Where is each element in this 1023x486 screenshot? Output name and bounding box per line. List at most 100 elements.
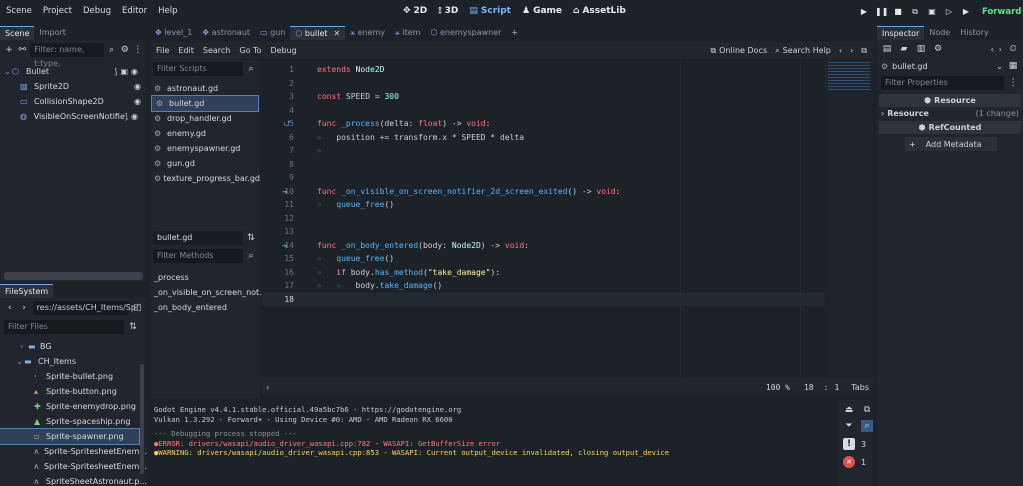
path-field[interactable]: res://assets/CH_Items/Spr [32,301,139,315]
prev-script-icon[interactable]: ‹ [839,46,842,55]
float-window-icon[interactable]: ⧉ [861,46,867,56]
menu-scene[interactable]: Scene [6,6,32,16]
method-item[interactable]: _process [154,270,267,285]
play-scene-icon[interactable]: ▷ [943,6,955,18]
scene-scrollbar[interactable] [4,272,143,280]
script-item[interactable]: ⚙ drop_handler.gd [150,111,260,126]
method-item[interactable]: _on_body_entered [154,300,267,315]
file-item[interactable]: ▴ Sprite-button.png [0,384,147,399]
scene-node-bullet[interactable]: ⌄ ⬡ Bullet ⟆▣◉ [0,64,147,79]
method-item[interactable]: _on_visible_on_screen_not... [154,285,267,300]
error-filter-icon[interactable]: ✕ [843,456,855,468]
close-icon[interactable]: ✕ [334,29,341,38]
workspace-2d-button[interactable]: ✥ 2D [403,6,427,16]
indent-mode[interactable]: Tabs [851,383,869,392]
forward-icon[interactable]: › [18,302,29,314]
folder-bg[interactable]: › ▬ BG [0,339,147,354]
remote-debug-icon[interactable]: ⧉ [909,6,921,18]
folder-ch-items[interactable]: ⌄ ▬ CH_Items [0,354,147,369]
add-tab-icon[interactable]: + [506,26,523,40]
menu-help[interactable]: Help [158,6,177,16]
chevron-down-icon[interactable]: ⌄ [996,62,1003,71]
tab-gun[interactable]: ▭ gun [255,26,290,40]
copy-output-icon[interactable]: ⧉ [861,404,873,416]
filter-output-icon[interactable]: ⏷ [843,420,855,432]
attach-script-icon[interactable]: ⚙ [120,44,130,56]
link-icon[interactable]: ⚯ [17,44,27,56]
extra-options-icon[interactable]: ⚙ [932,43,944,55]
stop-icon[interactable]: ■ [892,6,904,18]
pause-icon[interactable]: ❚❚ [875,6,888,18]
menu-editor[interactable]: Editor [122,6,147,16]
sort-icon[interactable]: ⇅ [127,321,139,333]
script-menu-debug[interactable]: Debug [270,46,296,55]
file-item[interactable]: ᴧ SpriteSheetAstronaut.p... [0,474,147,486]
script-menu-goto[interactable]: Go To [239,46,261,55]
script-menu-search[interactable]: Search [203,46,230,55]
script-item[interactable]: ⚙ gun.gd [150,156,260,171]
tab-bullet[interactable]: ⬡ bullet ✕ [290,26,346,40]
tab-item[interactable]: ⚹ item [390,26,425,40]
properties-menu-icon[interactable]: ⋮ [1007,77,1019,89]
tab-import[interactable]: Import [34,26,71,40]
scene-node-visibleonscreennotifier[interactable]: ◍ VisibleOnScreenNotifie ⟆◉ [0,109,147,124]
online-docs-button[interactable]: ⧉ Online Docs [710,46,767,56]
tab-level-1[interactable]: ✥ level_1 [150,26,197,40]
toggle-panel-icon[interactable]: ‹ [262,383,269,392]
tab-enemy[interactable]: ⚹ enemy [345,26,390,40]
menu-debug[interactable]: Debug [83,6,111,16]
warning-filter-icon[interactable]: ! [843,438,855,450]
layout-icon[interactable]: ▢ [132,302,143,314]
search-help-button[interactable]: ⌕ Search Help [775,46,831,56]
sort-icon[interactable]: ⇅ [245,232,257,244]
methods-filter-input[interactable]: Filter Methods [153,249,243,263]
add-metadata-button[interactable]: + Add Metadata [905,137,997,151]
visibility-icon[interactable]: ◉ [134,97,141,106]
play-icon[interactable]: ▶ [858,6,870,18]
tab-astronaut[interactable]: ✥ astronaut [197,26,255,40]
file-item[interactable]: ✚ Sprite-enemydrop.png [0,399,147,414]
save-icon[interactable]: ▥ [915,43,927,55]
play-custom-icon[interactable]: ▶ [960,6,972,18]
scene-filter-input[interactable]: Filter: name, t:type, [30,43,104,68]
file-item[interactable]: ▲ Sprite-spaceship.png [0,414,147,429]
history-back-icon[interactable]: ‹ [991,45,994,54]
object-properties-icon[interactable]: ▦ [1007,60,1019,72]
filesystem-scrollbar[interactable] [140,364,144,474]
new-resource-icon[interactable]: ▤ [881,43,893,55]
script-item[interactable]: ⚙ texture_progress_bar.gd [150,171,260,186]
script-menu-file[interactable]: File [156,46,169,55]
history-menu-icon[interactable]: ⏲ [1007,43,1019,55]
file-item[interactable]: · Sprite-bullet.png [0,369,147,384]
script-item[interactable]: ⚙ enemy.gd [150,126,260,141]
tab-history[interactable]: History [955,26,993,40]
file-item-selected[interactable]: ▫ Sprite-spawner.png [0,428,140,445]
workspace-script-button[interactable]: ▤ Script [469,6,511,16]
zoom-level[interactable]: 100 % [766,383,790,392]
open-folder-icon[interactable]: ▰ [898,43,910,55]
script-item-selected[interactable]: ⚙ bullet.gd [151,95,259,112]
next-script-icon[interactable]: › [850,46,853,55]
file-item[interactable]: ᴧ Sprite-SpritesheetEnem... [0,459,147,474]
tab-scene[interactable]: Scene [0,26,35,40]
clear-output-icon[interactable]: ⏏ [843,404,855,416]
scripts-filter-input[interactable]: Filter Scripts [153,62,244,76]
visibility-icon[interactable]: ◉ [134,82,141,91]
scene-node-collisionshape2d[interactable]: ▭ CollisionShape2D ◉ [0,94,147,109]
script-item[interactable]: ⚙ enemyspawner.gd [150,141,260,156]
properties-filter-input[interactable]: Filter Properties [881,76,1005,90]
script-menu-edit[interactable]: Edit [178,46,194,55]
search-icon[interactable]: ⌕ [107,44,117,56]
file-item[interactable]: ᴧ Sprite-SpritesheetEnem... [0,444,147,459]
file-filter-input[interactable]: Filter Files [4,320,124,334]
code-editor[interactable]: 1 extends Node2D 2 3 const SPEED = 300 4 ⮍… [262,60,873,377]
add-node-icon[interactable]: + [4,44,14,56]
tab-filesystem[interactable]: FileSystem [0,284,54,298]
workspace-3d-button[interactable]: ⟟ 3D [438,6,458,16]
property-resource[interactable]: › Resource (1 change) [877,107,1023,120]
movie-icon[interactable]: ▣ [926,6,938,18]
script-item[interactable]: ⚙ astronaut.gd [150,81,260,96]
tab-node[interactable]: Node [924,26,955,40]
scene-node-sprite2d[interactable]: ▨ Sprite2D ◉ [0,79,147,94]
history-forward-icon[interactable]: › [999,45,1002,54]
